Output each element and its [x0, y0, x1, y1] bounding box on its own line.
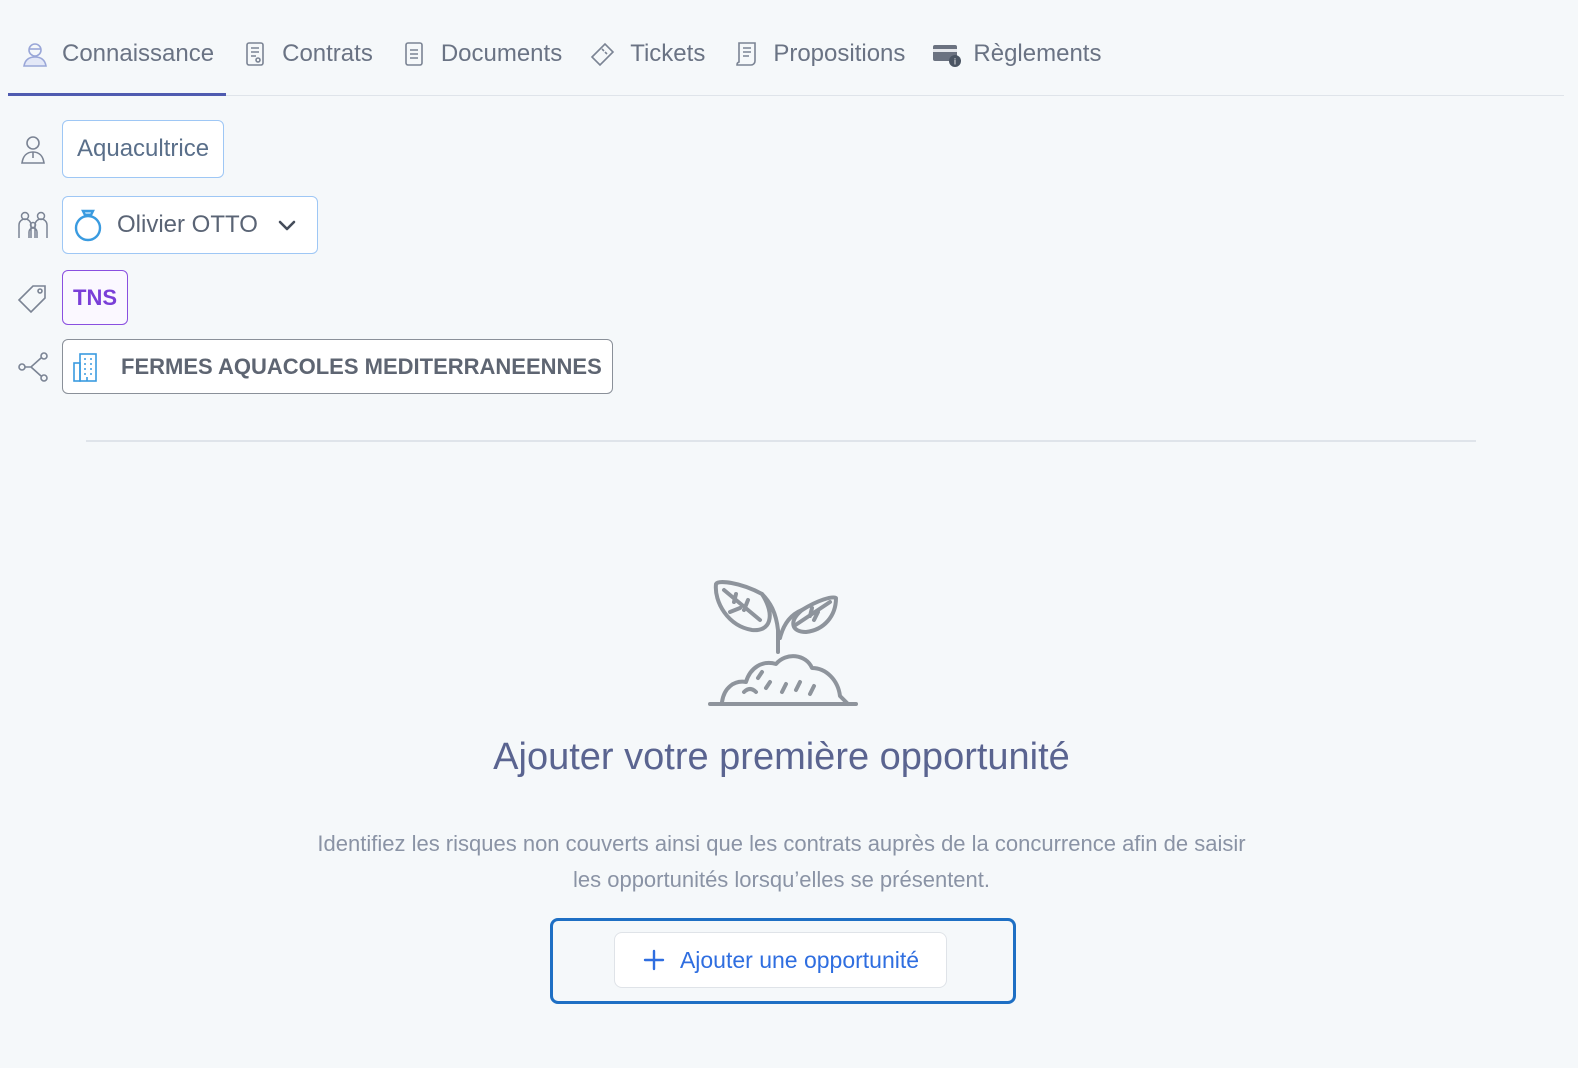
job-chip[interactable]: Aquacultrice — [62, 120, 225, 178]
plus-icon — [642, 948, 666, 972]
company-row: FERMES AQUACOLES MEDITERRANEENNES — [16, 339, 613, 394]
tab-propositions[interactable]: Propositions — [719, 22, 917, 86]
tag-icon — [16, 281, 50, 315]
company-chip[interactable]: FERMES AQUACOLES MEDITERRANEENNES — [62, 339, 613, 394]
tag-row: TNS — [16, 270, 128, 325]
empty-state-description: Identifiez les risques non couverts ains… — [280, 826, 1283, 898]
job-row: Aquacultrice — [16, 120, 225, 178]
relation-row: Olivier OTTO — [16, 196, 318, 254]
chevron-down-icon — [275, 213, 299, 237]
tab-label: Règlements — [973, 40, 1102, 67]
tab-reglements[interactable]: i Règlements — [919, 22, 1113, 86]
contract-icon — [240, 39, 270, 69]
section-divider — [86, 440, 1476, 442]
job-label: Aquacultrice — [77, 135, 210, 162]
tab-documents[interactable]: Documents — [387, 22, 574, 86]
ticket-icon — [588, 39, 618, 69]
ring-icon — [71, 207, 105, 243]
tab-label: Documents — [440, 40, 563, 67]
empty-state-title: Ajouter votre première opportunité — [493, 736, 1070, 778]
add-opportunity-button[interactable]: Ajouter une opportunité — [614, 932, 947, 988]
tag-chip[interactable]: TNS — [62, 270, 128, 325]
relation-person-select[interactable]: Olivier OTTO — [62, 196, 318, 254]
tab-label: Connaissance — [62, 40, 215, 67]
proposal-icon — [731, 39, 761, 69]
family-icon — [16, 208, 50, 242]
building-icon — [71, 351, 103, 383]
user-knowledge-icon — [20, 39, 50, 69]
tab-tickets[interactable]: Tickets — [576, 22, 717, 86]
tab-label: Contrats — [282, 40, 373, 67]
tab-bar: Connaissance Contrats Documents Tickets — [8, 22, 1564, 96]
document-icon — [399, 39, 429, 69]
add-opportunity-label: Ajouter une opportunité — [679, 946, 920, 973]
relation-person-name: Olivier OTTO — [117, 211, 258, 238]
tab-label: Tickets — [630, 40, 706, 67]
tab-connaissance[interactable]: Connaissance — [8, 22, 227, 96]
tab-contrats[interactable]: Contrats — [228, 22, 385, 86]
payment-card-icon: i — [931, 39, 962, 69]
tag-label: TNS — [73, 284, 117, 310]
share-network-icon — [16, 350, 50, 384]
plant-sprout-icon — [700, 572, 864, 712]
company-name: FERMES AQUACOLES MEDITERRANEENNES — [121, 353, 602, 379]
person-icon — [16, 132, 50, 166]
svg-text:i: i — [954, 57, 956, 67]
tab-label: Propositions — [773, 40, 906, 67]
empty-state-description-line: les opportunités lorsqu’elles se présent… — [572, 867, 991, 892]
empty-state-description-line: Identifiez les risques non couverts ains… — [317, 831, 1246, 856]
